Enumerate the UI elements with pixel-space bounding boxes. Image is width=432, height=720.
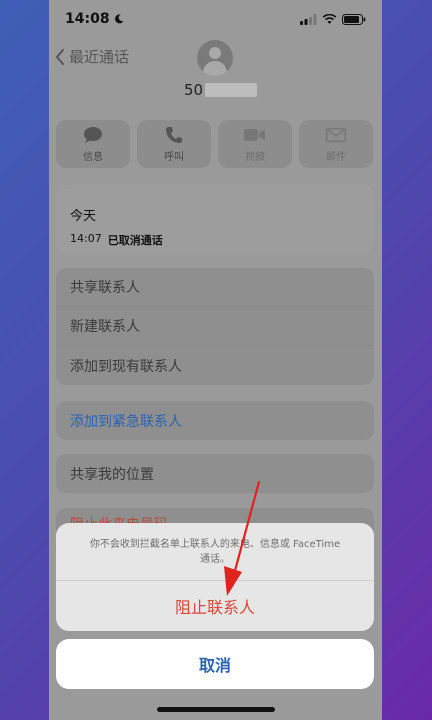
add-emergency-contact-item[interactable]: 添加到紧急联系人 (56, 401, 374, 440)
contact-options-group: 共享联系人 新建联系人 添加到现有联系人 (56, 268, 374, 385)
contact-avatar (197, 40, 233, 76)
recent-day: 今天 (70, 209, 97, 224)
message-icon (84, 126, 102, 143)
location-group: 共享我的位置 (56, 454, 374, 493)
video-icon (244, 128, 265, 141)
call-button[interactable]: 呼叫 (137, 120, 211, 168)
recent-call-row: 14:07 已取消通话 (70, 232, 360, 248)
video-button[interactable]: 视频 (218, 120, 292, 168)
new-contact-item[interactable]: 新建联系人 (56, 307, 374, 346)
emergency-group: 添加到紧急联系人 (56, 401, 374, 440)
phone-screen: 14:08 最近通话 50 信息 呼叫 视频 邮件 今天 14:07 已取消通话… (49, 0, 382, 720)
message-button[interactable]: 信息 (56, 120, 130, 168)
share-location-item[interactable]: 共享我的位置 (56, 454, 374, 493)
recent-call-time: 14:07 (70, 232, 102, 245)
recent-call-status: 已取消通话 (107, 234, 163, 247)
mail-label: 邮件 (326, 151, 346, 163)
chevron-left-icon (55, 48, 64, 65)
cancel-button[interactable]: 取消 (56, 639, 374, 689)
back-button[interactable]: 最近通话 (55, 46, 129, 67)
action-row: 信息 呼叫 视频 邮件 (56, 120, 374, 168)
redacted-number (205, 83, 258, 97)
battery-icon (342, 13, 366, 25)
block-contact-button[interactable]: 阻止联系人 (56, 581, 374, 631)
status-time: 14:08 (65, 11, 124, 27)
recent-calls-card: 今天 14:07 已取消通话 (56, 185, 374, 253)
back-label: 最近通话 (69, 48, 130, 66)
message-label: 信息 (83, 151, 103, 163)
status-bar: 14:08 (49, 0, 382, 38)
clock-label: 14:08 (65, 11, 110, 27)
video-label: 视频 (245, 151, 265, 163)
action-sheet-message: 你不会收到拦截名单上联系人的来电、信息或 FaceTime 通话。 (56, 523, 374, 581)
phone-icon (166, 126, 182, 143)
moon-icon (114, 14, 124, 24)
number-prefix: 50 (184, 81, 204, 99)
contact-number: 50 (184, 81, 258, 99)
home-indicator (157, 707, 275, 712)
mail-icon (326, 127, 346, 142)
signal-icon (300, 13, 317, 25)
wifi-icon (322, 13, 337, 24)
call-label: 呼叫 (164, 151, 184, 163)
mail-button[interactable]: 邮件 (299, 120, 373, 168)
status-icons (300, 13, 366, 25)
add-to-existing-contact-item[interactable]: 添加到现有联系人 (56, 346, 374, 385)
share-contact-item[interactable]: 共享联系人 (56, 268, 374, 307)
action-sheet: 你不会收到拦截名单上联系人的来电、信息或 FaceTime 通话。 阻止联系人 (56, 523, 374, 631)
